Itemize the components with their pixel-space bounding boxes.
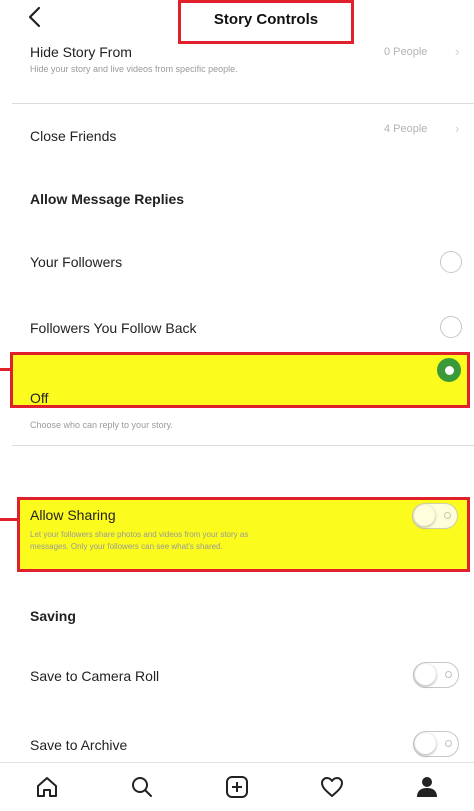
heart-icon[interactable] [316, 771, 348, 803]
radio-follow-back[interactable] [440, 316, 462, 338]
allow-sharing-toggle[interactable] [412, 503, 458, 529]
allow-sharing-desc-1: Let your followers share photos and vide… [30, 530, 249, 539]
divider [12, 445, 474, 446]
allow-sharing-desc-2: messages. Only your followers can see wh… [30, 542, 223, 551]
divider [12, 103, 474, 104]
hide-story-label: Hide Story From [30, 44, 132, 60]
save-archive-label: Save to Archive [30, 737, 128, 753]
search-icon[interactable] [126, 771, 158, 803]
save-camera-roll-label: Save to Camera Roll [30, 668, 160, 684]
chevron-right-icon: › [455, 44, 460, 59]
home-icon[interactable] [31, 771, 63, 803]
option-off[interactable]: Off [30, 390, 48, 406]
title-annotation-box: Story Controls [178, 0, 354, 44]
chevron-right-icon: › [455, 121, 460, 136]
option-your-followers[interactable]: Your Followers [30, 254, 122, 270]
option-follow-back[interactable]: Followers You Follow Back [30, 320, 197, 336]
save-camera-roll-toggle[interactable] [413, 662, 459, 688]
message-replies-section-title: Allow Message Replies [30, 191, 185, 207]
save-archive-toggle[interactable] [413, 731, 459, 757]
message-replies-help: Choose who can reply to your story. [30, 420, 173, 430]
page-title: Story Controls [213, 11, 319, 28]
close-friends-row[interactable]: Close Friends [30, 128, 116, 144]
allow-sharing-row[interactable]: Allow Sharing Let your followers share p… [30, 507, 248, 553]
allow-sharing-label: Allow Sharing [30, 507, 116, 523]
tab-bar [0, 762, 474, 811]
back-icon[interactable] [24, 4, 48, 30]
close-friends-count: 4 People [384, 123, 428, 135]
hide-story-description: Hide your story and live videos from spe… [30, 64, 238, 74]
radio-off-selected[interactable] [437, 358, 461, 382]
hide-story-count: 0 People [384, 46, 428, 58]
profile-icon[interactable] [411, 771, 443, 803]
close-friends-label: Close Friends [30, 128, 117, 144]
add-post-icon[interactable] [221, 771, 253, 803]
off-highlight-box [10, 352, 470, 408]
hide-story-from-row[interactable]: Hide Story From Hide your story and live… [30, 44, 238, 77]
saving-section-title: Saving [30, 608, 76, 624]
radio-your-followers[interactable] [440, 251, 462, 273]
